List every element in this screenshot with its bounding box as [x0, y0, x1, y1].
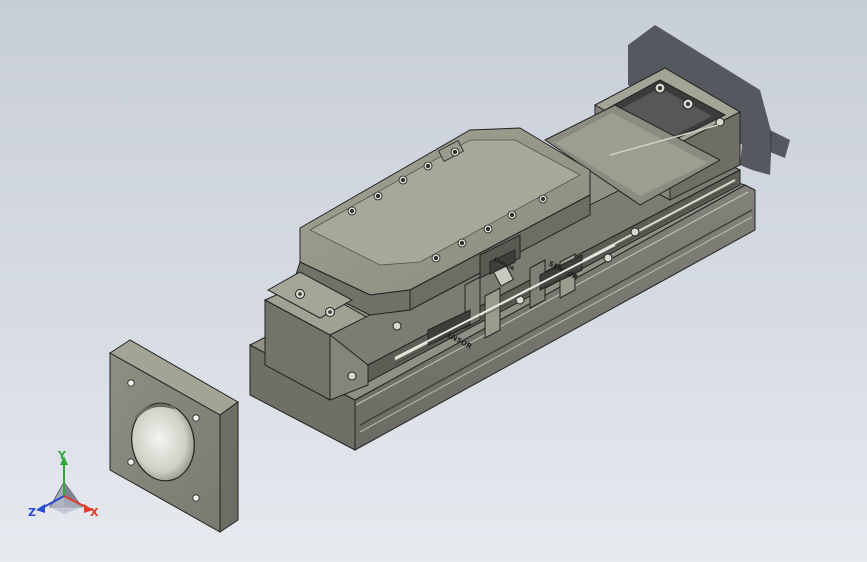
x-axis-label: X [90, 506, 99, 519]
model-scene: SENSOR SENSOR SENSOR Y X Z [28, 25, 790, 533]
motor-mount-plate[interactable] [109, 339, 239, 533]
linear-actuator[interactable]: SENSOR SENSOR SENSOR [248, 67, 756, 451]
y-axis-label: Y [57, 449, 67, 462]
z-axis-label: Z [28, 506, 36, 519]
orientation-triad[interactable]: Y X Z [28, 449, 99, 519]
cad-viewport[interactable]: SENSOR SENSOR SENSOR Y X Z [0, 0, 867, 562]
plate-right-edge [219, 401, 239, 533]
